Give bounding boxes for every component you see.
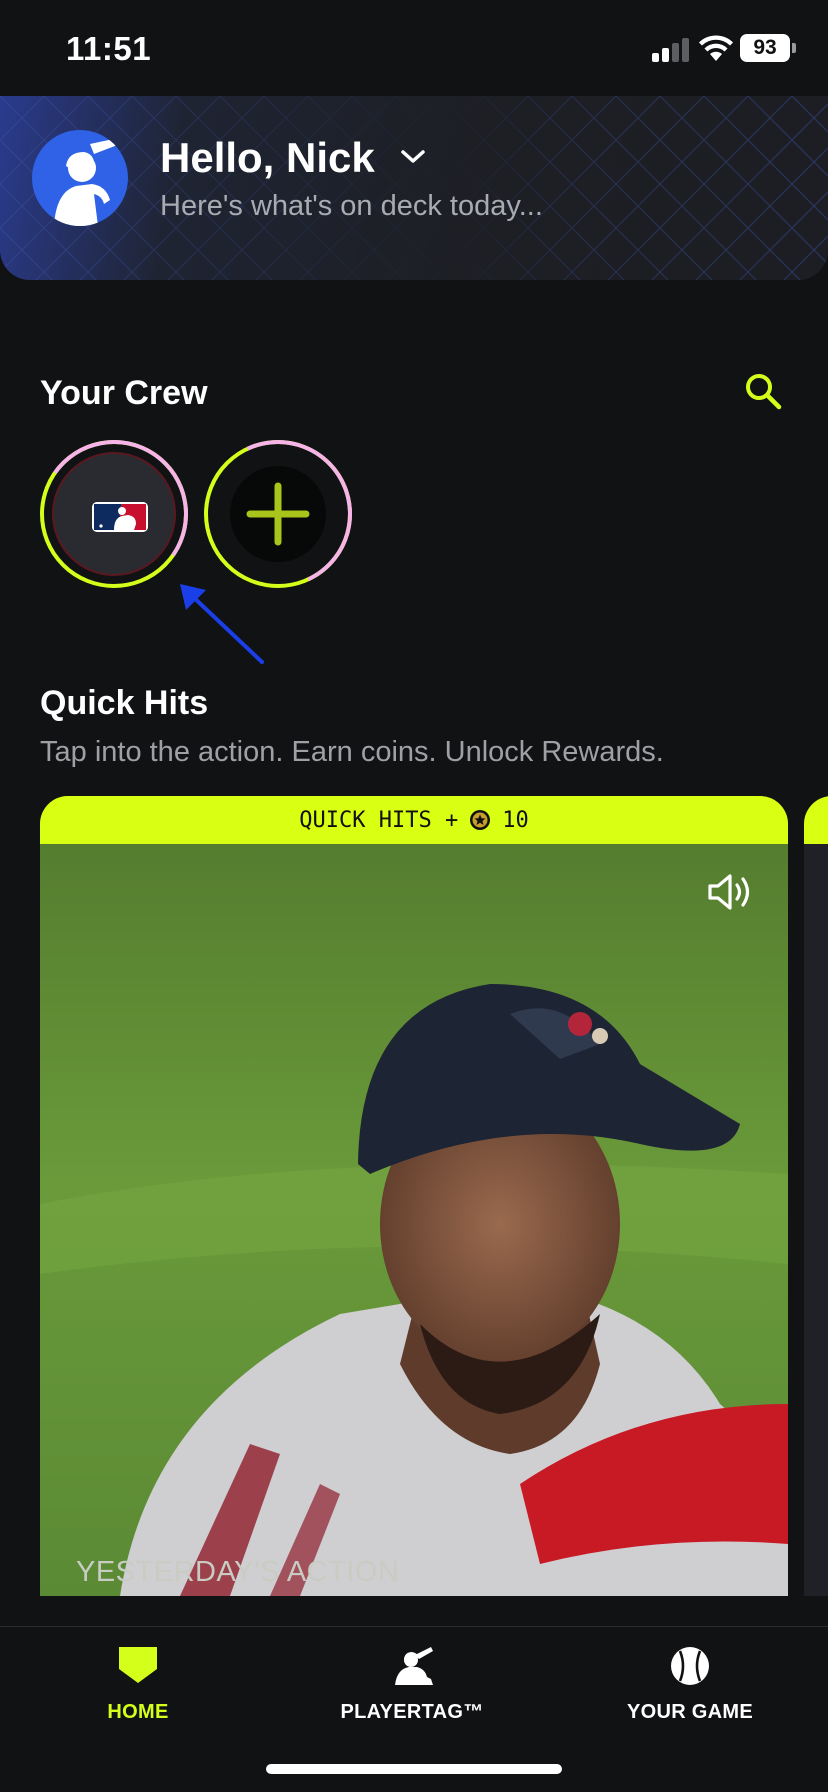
batter-icon xyxy=(395,1647,433,1685)
nav-home[interactable]: HOME xyxy=(38,1645,238,1724)
add-crew-button[interactable] xyxy=(183,419,373,609)
nav-home-label: HOME xyxy=(107,1701,169,1723)
nav-playertag[interactable]: PLAYERTAG™ xyxy=(312,1645,512,1724)
battery-cap xyxy=(792,43,796,53)
baseball-icon xyxy=(671,1647,709,1685)
quick-hits-subtitle: Tap into the action. Earn coins. Unlock … xyxy=(40,736,664,768)
card-caption: YESTERDAY'S ACTION xyxy=(76,1556,400,1588)
plus-icon xyxy=(246,482,310,546)
sound-icon[interactable] xyxy=(706,872,756,912)
mlb-logo-icon xyxy=(92,502,148,532)
video-thumbnail[interactable] xyxy=(40,844,788,1596)
add-button-bg xyxy=(230,466,326,562)
chevron-down-icon[interactable] xyxy=(400,148,426,166)
home-plate-icon xyxy=(119,1647,157,1683)
greeting-header: Hello, Nick Here's what's on deck today.… xyxy=(0,96,828,280)
status-bar: 11:51 93 xyxy=(0,0,828,96)
cellular-signal-icon xyxy=(652,38,690,62)
your-crew-title: Your Crew xyxy=(40,374,208,412)
greeting-title[interactable]: Hello, Nick xyxy=(160,134,375,182)
quick-hits-banner: QUICK HITS + 10 xyxy=(40,796,788,844)
quick-hits-card[interactable]: QUICK HITS + 10 YESTERDAY'S ACTION xyxy=(40,796,788,1596)
nav-your-game[interactable]: YOUR GAME xyxy=(590,1645,790,1724)
battery-icon: 93 xyxy=(740,34,790,62)
app-screen: 11:51 93 Hello, Nick Here's what's on de… xyxy=(0,0,828,1792)
user-avatar[interactable] xyxy=(32,130,128,226)
banner-label: QUICK HITS + xyxy=(299,807,459,833)
crew-avatar xyxy=(52,452,176,576)
wifi-icon xyxy=(699,35,733,61)
status-time: 11:51 xyxy=(66,30,152,67)
annotation-arrow xyxy=(180,584,264,664)
coin-icon xyxy=(470,810,491,830)
quick-hits-title: Quick Hits xyxy=(40,684,209,722)
greeting-subtitle: Here's what's on deck today... xyxy=(160,190,543,222)
home-indicator[interactable] xyxy=(266,1764,562,1774)
nav-playertag-label: PLAYERTAG™ xyxy=(340,1701,484,1723)
crew-item-mlb[interactable] xyxy=(28,428,200,600)
search-icon[interactable] xyxy=(742,370,784,412)
coin-count: 10 xyxy=(502,807,529,833)
next-card-peek[interactable] xyxy=(804,796,828,1596)
nav-your-game-label: YOUR GAME xyxy=(626,1701,754,1723)
batter-silhouette-icon xyxy=(54,138,120,226)
